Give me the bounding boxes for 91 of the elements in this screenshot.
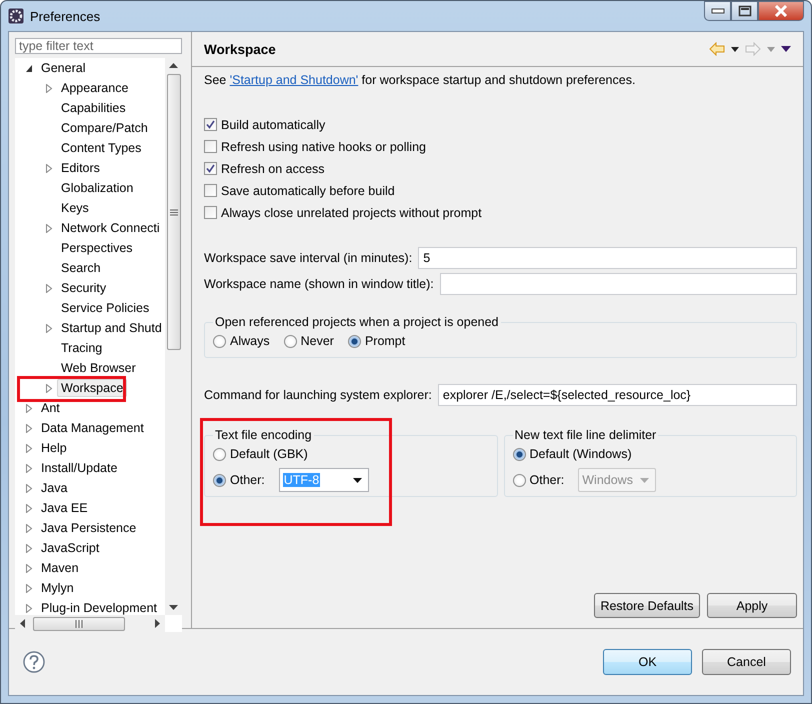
radio-label: Default (Windows)	[530, 447, 632, 461]
radio-label: Prompt	[364, 334, 406, 348]
checkbox-label: Refresh on access	[221, 162, 325, 176]
checkbox[interactable]	[204, 206, 217, 219]
input-field[interactable]	[440, 273, 797, 295]
help-icon[interactable]	[23, 651, 45, 673]
tree-item[interactable]: General	[37, 59, 90, 77]
radio-button[interactable]	[284, 334, 297, 348]
radio-button[interactable]	[512, 448, 526, 460]
radio-label: Always	[230, 334, 270, 348]
close-button[interactable]	[758, 1, 804, 21]
checkbox[interactable]	[204, 162, 217, 175]
tree-item[interactable]: Help	[37, 439, 71, 457]
tree-item[interactable]: Maven	[37, 559, 83, 577]
checkbox[interactable]	[204, 140, 217, 153]
tree-item[interactable]: Java Persistence	[37, 519, 140, 537]
scroll-right-icon[interactable]	[155, 619, 160, 628]
checkbox[interactable]	[204, 118, 217, 131]
radio-button[interactable]	[213, 474, 226, 486]
tree-item[interactable]: JavaScript	[37, 539, 104, 557]
radio-label: Other:	[530, 473, 564, 487]
horizontal-scrollbar[interactable]	[15, 615, 165, 632]
tree-item[interactable]: Data Management	[37, 419, 148, 437]
field-label: Command for launching system explorer:	[204, 388, 432, 402]
dialog-button[interactable]: Cancel	[702, 649, 791, 675]
input-field[interactable]: explorer /E,/select=${selected_resource_loc}	[438, 384, 797, 406]
radio-button[interactable]	[213, 334, 226, 348]
dropdown-icon[interactable]	[731, 46, 739, 52]
tree-item[interactable]: Perspectives	[57, 239, 137, 257]
tree-item[interactable]: Capabilities	[57, 99, 130, 117]
tree-item[interactable]: Globalization	[57, 179, 138, 197]
page-button[interactable]: Restore Defaults	[594, 593, 700, 618]
tree-item[interactable]: Java EE	[37, 499, 92, 517]
group-title: New text file line delimiter	[514, 428, 658, 442]
tree-item[interactable]: Java	[37, 479, 72, 497]
radio-button[interactable]	[512, 474, 526, 486]
minimize-button[interactable]	[704, 1, 731, 21]
tree-item[interactable]: Plug-in Development	[37, 599, 162, 615]
tree-item[interactable]: Ant	[37, 399, 64, 417]
maximize-icon	[738, 5, 752, 17]
startup-link[interactable]: 'Startup and Shutdown'	[230, 73, 358, 87]
tree-item[interactable]: Install/Update	[37, 459, 122, 477]
intro-text: See 'Startup and Shutdown' for workspace startup and shutdown preferences.	[204, 73, 636, 89]
checkbox-label: Save automatically before build	[221, 184, 395, 198]
tree-item[interactable]: Appearance	[57, 79, 132, 97]
radio-label: Other:	[230, 473, 265, 487]
field-label: Workspace name (shown in window title):	[204, 277, 434, 291]
radio-label: Never	[300, 334, 334, 348]
tree-item[interactable]: Compare/Patch	[57, 119, 152, 137]
tree-item[interactable]: Service Policies	[57, 299, 154, 317]
tree-item[interactable]: Web Browser	[57, 359, 140, 377]
scroll-down-icon[interactable]	[169, 605, 178, 610]
close-icon	[774, 5, 788, 17]
tree-item[interactable]: Startup and Shutd	[57, 319, 165, 337]
checkbox[interactable]	[204, 184, 217, 197]
window-title: Preferences	[30, 8, 100, 24]
input-field[interactable]: 5	[418, 247, 797, 269]
gear-icon	[8, 8, 24, 24]
tree-item[interactable]: Editors	[57, 159, 104, 177]
checkbox-label: Build automatically	[221, 118, 326, 132]
scroll-up-icon[interactable]	[169, 63, 178, 68]
minimize-icon	[710, 8, 724, 14]
scroll-left-icon[interactable]	[20, 619, 25, 628]
checkbox-label: Refresh using native hooks or polling	[221, 140, 426, 154]
caret-icon	[352, 478, 362, 482]
tree-item[interactable]: Security	[57, 279, 110, 297]
page-button[interactable]: Apply	[707, 593, 797, 618]
checkbox-label: Always close unrelated projects without prompt	[221, 206, 482, 220]
group-title: Open referenced projects when a project is opened	[214, 315, 500, 329]
tree-item[interactable]: Workspace	[57, 379, 128, 397]
grip-icon	[170, 208, 178, 216]
tree-item[interactable]: Keys	[57, 199, 93, 217]
menu-icon[interactable]	[781, 46, 791, 52]
back-arrow-icon[interactable]	[709, 42, 725, 56]
tree-item[interactable]: Search	[57, 259, 105, 277]
expand-icon[interactable]	[25, 64, 33, 72]
radio-button[interactable]	[213, 448, 226, 460]
page-title: Workspace	[204, 42, 276, 56]
radio-button[interactable]	[348, 334, 361, 348]
tree-item[interactable]: Network Connecti	[57, 219, 164, 237]
maximize-button[interactable]	[731, 1, 758, 21]
radio-label: Default (GBK)	[230, 447, 308, 461]
caret-icon	[640, 478, 650, 482]
filter-field[interactable]: type filter text	[15, 38, 182, 54]
group-title: Text file encoding	[214, 428, 313, 442]
tree-item[interactable]: Mylyn	[37, 579, 78, 597]
tree-item[interactable]: Tracing	[57, 339, 106, 357]
grip-icon	[75, 620, 83, 628]
dialog-button[interactable]: OK	[603, 649, 692, 675]
tree-item[interactable]: Content Types	[57, 139, 146, 157]
field-label: Workspace save interval (in minutes):	[204, 251, 412, 265]
